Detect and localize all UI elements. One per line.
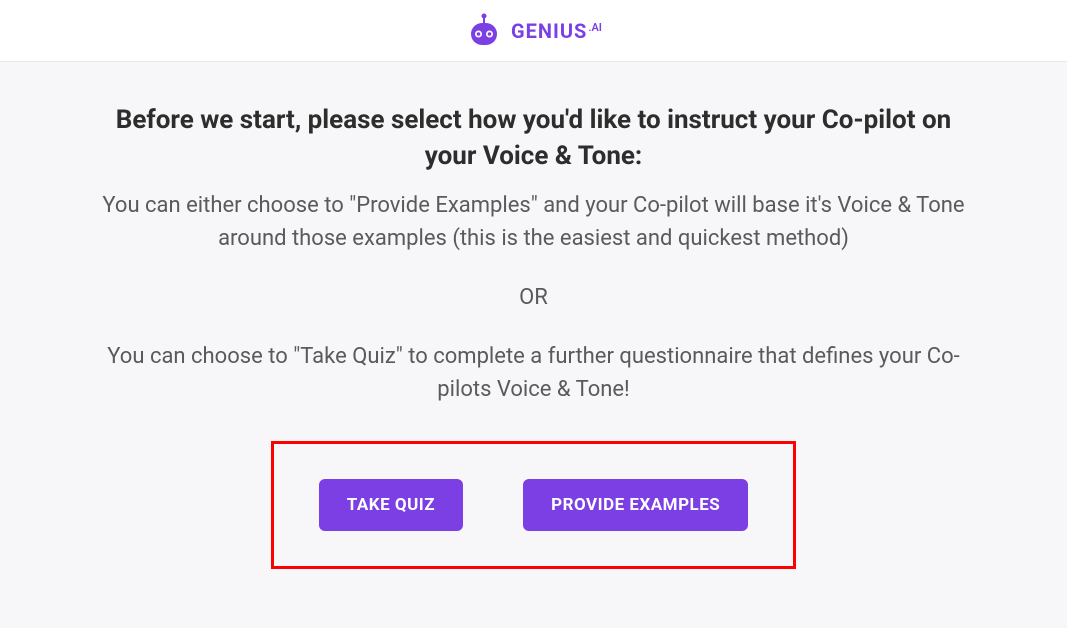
robot-icon: [465, 12, 503, 50]
app-header: GENIUS.AI: [0, 0, 1067, 62]
brand-logo: GENIUS.AI: [465, 12, 602, 50]
button-highlight-box: TAKE QUIZ PROVIDE EXAMPLES: [271, 441, 797, 569]
brand-name: GENIUS.AI: [511, 19, 602, 43]
brand-text: GENIUS: [511, 19, 587, 43]
description-quiz: You can choose to "Take Quiz" to complet…: [90, 340, 977, 406]
page-heading: Before we start, please select how you'd…: [90, 102, 977, 175]
take-quiz-button[interactable]: TAKE QUIZ: [319, 479, 463, 531]
brand-suffix: .AI: [588, 21, 602, 34]
button-row: TAKE QUIZ PROVIDE EXAMPLES: [319, 479, 749, 531]
separator-or: OR: [90, 285, 977, 310]
description-examples: You can either choose to "Provide Exampl…: [90, 189, 977, 255]
main-content: Before we start, please select how you'd…: [0, 62, 1067, 599]
provide-examples-button[interactable]: PROVIDE EXAMPLES: [523, 479, 748, 531]
